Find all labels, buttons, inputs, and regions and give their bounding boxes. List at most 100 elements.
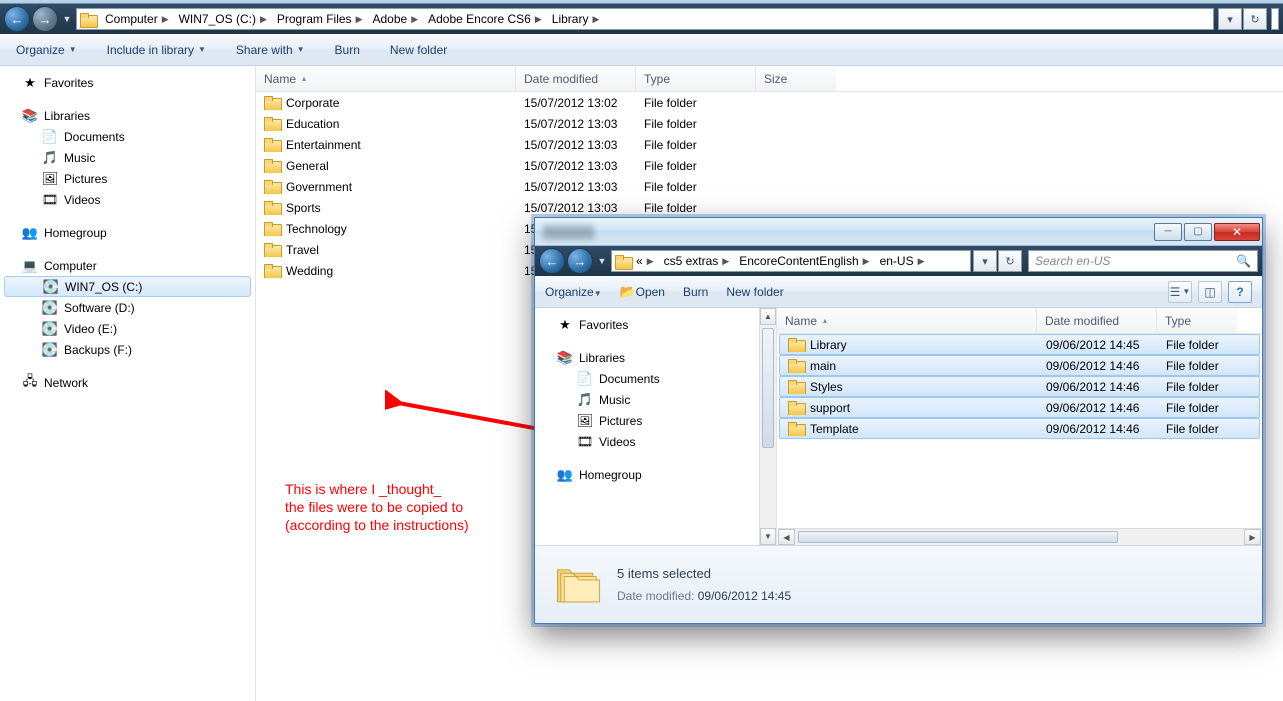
computer-group[interactable]: 💻Computer bbox=[0, 255, 255, 276]
pictures-icon: 🖼 bbox=[42, 171, 58, 187]
nav-drive-e[interactable]: 💽Video (E:) bbox=[0, 318, 255, 339]
file-list: Name Date modified Type Library09/06/201… bbox=[777, 308, 1262, 545]
forward-button[interactable]: → bbox=[567, 248, 593, 274]
favorites-group[interactable]: ★Favorites bbox=[0, 72, 255, 93]
libraries-group[interactable]: 📚Libraries bbox=[535, 347, 776, 368]
col-name[interactable]: Name bbox=[256, 66, 516, 91]
search-placeholder: Search en-US bbox=[1035, 254, 1110, 268]
table-row[interactable]: Library09/06/2012 14:45File folder bbox=[779, 334, 1260, 355]
open-button[interactable]: 📂Open bbox=[620, 284, 665, 300]
history-dropdown[interactable]: ▼ bbox=[60, 6, 74, 32]
drive-icon: 💽 bbox=[42, 300, 58, 316]
nav-drive-c[interactable]: 💽WIN7_OS (C:) bbox=[4, 276, 251, 297]
col-date[interactable]: Date modified bbox=[516, 66, 636, 91]
scroll-down-icon[interactable]: ▼ bbox=[760, 528, 776, 545]
network-group[interactable]: 🖧Network bbox=[0, 372, 255, 393]
nav-pictures[interactable]: 🖼Pictures bbox=[0, 168, 255, 189]
table-row[interactable]: support09/06/2012 14:46File folder bbox=[779, 397, 1260, 418]
new-folder-button[interactable]: New folder bbox=[384, 39, 453, 61]
forward-button[interactable]: → bbox=[32, 6, 58, 32]
nav-documents[interactable]: 📄Documents bbox=[0, 126, 255, 147]
include-in-library-menu[interactable]: Include in library▼ bbox=[101, 39, 212, 61]
scroll-right-icon[interactable]: ▶ bbox=[1244, 529, 1261, 545]
nav-pictures[interactable]: 🖼Pictures bbox=[535, 410, 776, 431]
breadcrumb-item[interactable]: Computer▶ bbox=[99, 9, 173, 29]
breadcrumb-item[interactable]: Adobe▶ bbox=[366, 9, 422, 29]
breadcrumb-item[interactable]: WIN7_OS (C:)▶ bbox=[173, 9, 271, 29]
table-row[interactable]: Sports15/07/2012 13:03File folder bbox=[256, 197, 1283, 218]
col-size[interactable]: Size bbox=[756, 66, 836, 91]
file-type: File folder bbox=[636, 159, 756, 173]
nav-music[interactable]: 🎵Music bbox=[0, 147, 255, 168]
table-row[interactable]: Government15/07/2012 13:03File folder bbox=[256, 176, 1283, 197]
new-folder-button[interactable]: New folder bbox=[726, 285, 783, 299]
address-dropdown[interactable]: ▾ bbox=[1218, 8, 1242, 30]
burn-button[interactable]: Burn bbox=[329, 39, 366, 61]
organize-menu[interactable]: Organize▼ bbox=[10, 39, 83, 61]
preview-pane-button[interactable]: ◫ bbox=[1198, 281, 1222, 303]
breadcrumb-item[interactable]: Program Files▶ bbox=[271, 9, 367, 29]
homegroup-group[interactable]: 👥Homegroup bbox=[0, 222, 255, 243]
view-options-button[interactable]: ☰▼ bbox=[1168, 281, 1192, 303]
folder-icon bbox=[788, 380, 804, 393]
nav-videos[interactable]: 🎞Videos bbox=[535, 431, 776, 452]
close-button[interactable]: ✕ bbox=[1214, 223, 1260, 241]
folder-icon bbox=[614, 252, 632, 270]
folder-icon bbox=[788, 359, 804, 372]
table-row[interactable]: General15/07/2012 13:03File folder bbox=[256, 155, 1283, 176]
nav-drive-f[interactable]: 💽Backups (F:) bbox=[0, 339, 255, 360]
details-text: 5 items selected Date modified: 09/06/20… bbox=[617, 566, 791, 603]
maximize-button[interactable]: ▢ bbox=[1184, 223, 1212, 241]
file-name: Styles bbox=[810, 380, 843, 394]
col-name[interactable]: Name bbox=[777, 308, 1037, 333]
search-icon: 🔍 bbox=[1236, 254, 1251, 268]
share-with-menu[interactable]: Share with▼ bbox=[230, 39, 311, 61]
nav-scrollbar[interactable]: ▲ ▼ bbox=[759, 308, 776, 545]
table-row[interactable]: Education15/07/2012 13:03File folder bbox=[256, 113, 1283, 134]
table-row[interactable]: Styles09/06/2012 14:46File folder bbox=[779, 376, 1260, 397]
nav-videos[interactable]: 🎞Videos bbox=[0, 189, 255, 210]
favorites-group[interactable]: ★Favorites bbox=[535, 314, 776, 335]
search-box[interactable]: Search en-US 🔍 bbox=[1028, 250, 1258, 272]
minimize-button[interactable]: ─ bbox=[1154, 223, 1182, 241]
scroll-up-icon[interactable]: ▲ bbox=[760, 308, 776, 325]
nav-documents[interactable]: 📄Documents bbox=[535, 368, 776, 389]
scroll-left-icon[interactable]: ◀ bbox=[778, 529, 795, 545]
refresh-button[interactable]: ↻ bbox=[998, 250, 1022, 272]
table-row[interactable]: main09/06/2012 14:46File folder bbox=[779, 355, 1260, 376]
address-dropdown[interactable]: ▾ bbox=[973, 250, 997, 272]
breadcrumb-item[interactable]: Library▶ bbox=[546, 9, 604, 29]
secondary-explorer-window[interactable]: ██████ ─ ▢ ✕ ← → ▼ «▶ cs5 extras▶ Encore… bbox=[534, 217, 1263, 624]
address-bar[interactable]: Computer▶ WIN7_OS (C:)▶ Program Files▶ A… bbox=[76, 8, 1214, 30]
help-button[interactable]: ? bbox=[1228, 281, 1252, 303]
horizontal-scrollbar[interactable]: ◀ ▶ bbox=[778, 528, 1261, 545]
scroll-thumb[interactable] bbox=[762, 328, 774, 448]
homegroup-group[interactable]: 👥Homegroup bbox=[535, 464, 776, 485]
table-row[interactable]: Corporate15/07/2012 13:02File folder bbox=[256, 92, 1283, 113]
breadcrumb-item[interactable]: Adobe Encore CS6▶ bbox=[422, 9, 546, 29]
breadcrumb-item[interactable]: en-US▶ bbox=[874, 251, 929, 271]
organize-menu[interactable]: Organize▼ bbox=[545, 285, 602, 299]
col-date[interactable]: Date modified bbox=[1037, 308, 1157, 333]
breadcrumb-item[interactable]: EncoreContentEnglish▶ bbox=[733, 251, 873, 271]
window-titlebar[interactable]: ██████ ─ ▢ ✕ bbox=[535, 218, 1262, 246]
scroll-thumb[interactable] bbox=[798, 531, 1118, 543]
nav-drive-d[interactable]: 💽Software (D:) bbox=[0, 297, 255, 318]
table-row[interactable]: Entertainment15/07/2012 13:03File folder bbox=[256, 134, 1283, 155]
col-type[interactable]: Type bbox=[1157, 308, 1237, 333]
col-type[interactable]: Type bbox=[636, 66, 756, 91]
breadcrumb-overflow[interactable]: «▶ bbox=[634, 251, 658, 271]
back-button[interactable]: ← bbox=[4, 6, 30, 32]
history-dropdown[interactable]: ▼ bbox=[595, 248, 609, 274]
breadcrumb-item[interactable]: cs5 extras▶ bbox=[658, 251, 734, 271]
back-button[interactable]: ← bbox=[539, 248, 565, 274]
table-row[interactable]: Template09/06/2012 14:46File folder bbox=[779, 418, 1260, 439]
folder-icon bbox=[264, 96, 280, 109]
nav-music[interactable]: 🎵Music bbox=[535, 389, 776, 410]
refresh-button[interactable]: ↻ bbox=[1243, 8, 1267, 30]
search-box[interactable] bbox=[1271, 8, 1279, 30]
burn-button[interactable]: Burn bbox=[683, 285, 708, 299]
address-bar[interactable]: «▶ cs5 extras▶ EncoreContentEnglish▶ en-… bbox=[611, 250, 971, 272]
libraries-group[interactable]: 📚Libraries bbox=[0, 105, 255, 126]
drive-icon: 💽 bbox=[42, 342, 58, 358]
